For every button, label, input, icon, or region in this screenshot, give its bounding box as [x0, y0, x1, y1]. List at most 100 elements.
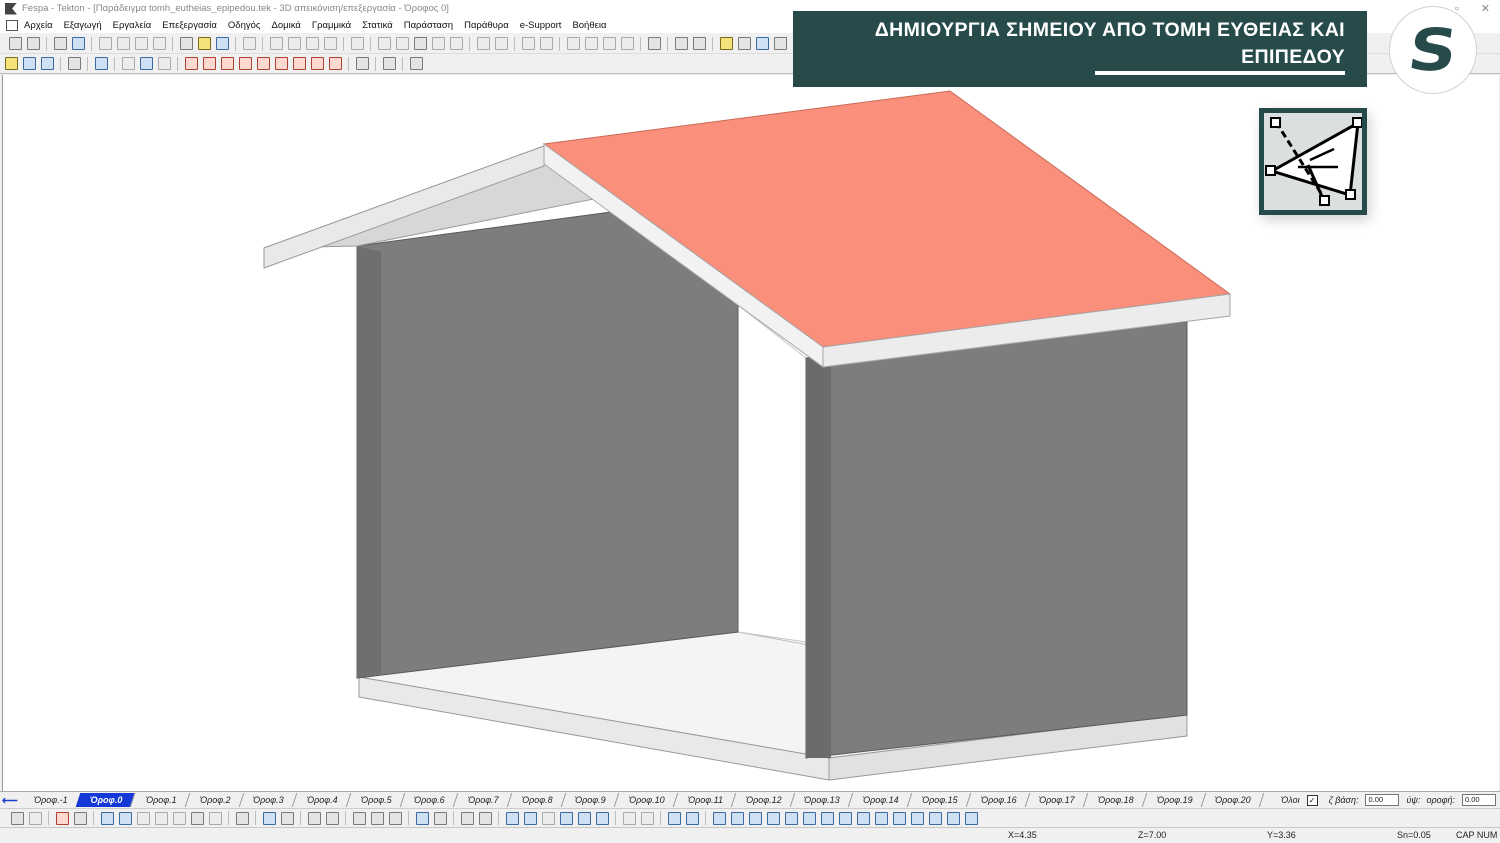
toolbar-button[interactable]: [53, 37, 67, 50]
toolbar-button[interactable]: [784, 811, 798, 825]
toolbar-button[interactable]: [98, 37, 112, 50]
toolbar-button[interactable]: [719, 37, 733, 50]
toolbar-button[interactable]: [71, 37, 85, 50]
new-file-icon[interactable]: [179, 37, 193, 50]
floor-tab[interactable]: Όροφ.10: [614, 793, 679, 807]
toolbar-button[interactable]: [584, 37, 598, 50]
toolbar-button[interactable]: [310, 57, 324, 70]
floor-tab[interactable]: Όροφ.20: [1201, 793, 1265, 807]
toolbar-button[interactable]: [184, 57, 198, 70]
toolbar-button[interactable]: [116, 37, 130, 50]
toolbar-button[interactable]: [755, 37, 769, 50]
toolbar-button[interactable]: [748, 811, 762, 825]
toolbar-button[interactable]: [382, 57, 396, 70]
toolbar-button[interactable]: [874, 811, 888, 825]
roof-input[interactable]: 0.00: [1462, 794, 1496, 806]
toolbar-button[interactable]: [94, 57, 108, 70]
floor-tab[interactable]: Όροφ.2: [185, 793, 244, 807]
toolbar-button[interactable]: [946, 811, 960, 825]
toolbar-button[interactable]: [773, 37, 787, 50]
toolbar-button[interactable]: [766, 811, 780, 825]
toolbar-button[interactable]: [494, 37, 508, 50]
toolbar-button[interactable]: [602, 37, 616, 50]
floor-tab[interactable]: Όροφ.4: [292, 793, 351, 807]
toolbar-button[interactable]: [964, 811, 978, 825]
floor-tab[interactable]: Όροφ.19: [1142, 793, 1206, 807]
toolbar-button[interactable]: [157, 57, 171, 70]
toolbar-button[interactable]: [622, 811, 636, 825]
floor-tab[interactable]: Όροφ.14: [848, 793, 913, 807]
zoom-out-icon[interactable]: [118, 811, 132, 825]
floor-tab[interactable]: Όροφ.0: [76, 793, 137, 807]
toolbar-button[interactable]: [134, 37, 148, 50]
document-icon[interactable]: [6, 19, 18, 31]
toolbar-button[interactable]: [620, 37, 634, 50]
toolbar-button[interactable]: [269, 37, 283, 50]
toolbar-button[interactable]: [577, 811, 591, 825]
toolbar-button[interactable]: [820, 811, 834, 825]
toolbar-button[interactable]: [892, 811, 906, 825]
toolbar-button[interactable]: [274, 57, 288, 70]
save-icon[interactable]: [215, 37, 229, 50]
menu-structural[interactable]: Δομικά: [272, 20, 301, 31]
toolbar-button[interactable]: [377, 37, 391, 50]
toolbar-button[interactable]: [541, 811, 555, 825]
toolbar-button[interactable]: [325, 811, 339, 825]
toolbar-button[interactable]: [152, 37, 166, 50]
toolbar-button[interactable]: [26, 37, 40, 50]
text-icon[interactable]: [521, 37, 535, 50]
toolbar-button[interactable]: [640, 811, 654, 825]
open-folder-icon[interactable]: [197, 37, 211, 50]
floor-tab[interactable]: Όροφ.13: [790, 793, 854, 807]
toolbar-button[interactable]: [190, 811, 204, 825]
base-input[interactable]: 0.00: [1365, 794, 1400, 806]
toolbar-button[interactable]: [4, 57, 18, 70]
floor-tab[interactable]: Όροφ.8: [507, 793, 566, 807]
toolbar-button[interactable]: [22, 57, 36, 70]
all-floors-checkbox[interactable]: ✓: [1306, 794, 1318, 806]
toolbar-button[interactable]: [595, 811, 609, 825]
floor-tab[interactable]: Όροφ.15: [907, 793, 971, 807]
toolbar-button[interactable]: [395, 37, 409, 50]
toolbar-button[interactable]: [431, 37, 445, 50]
toolbar-button[interactable]: [838, 811, 852, 825]
floor-tab[interactable]: Όροφ.18: [1083, 793, 1147, 807]
toolbar-button[interactable]: [352, 811, 366, 825]
toolbar-button[interactable]: [323, 37, 337, 50]
menu-help[interactable]: Βοήθεια: [572, 20, 606, 31]
toolbar-button[interactable]: [802, 811, 816, 825]
toolbar-button[interactable]: [154, 811, 168, 825]
toolbar-button[interactable]: [238, 57, 252, 70]
toolbar-button[interactable]: [121, 57, 135, 70]
toolbar-button[interactable]: [566, 37, 580, 50]
toolbar-button[interactable]: [667, 811, 681, 825]
toolbar-button[interactable]: [692, 37, 706, 50]
toolbar-button[interactable]: [674, 37, 688, 50]
toolbar-button[interactable]: [712, 811, 726, 825]
toolbar-button[interactable]: [856, 811, 870, 825]
menu-guide[interactable]: Οδηγός: [228, 20, 261, 31]
menu-static[interactable]: Στατικά: [362, 20, 393, 31]
menu-files[interactable]: Αρχεία: [24, 20, 53, 31]
toolbar-button[interactable]: [220, 57, 234, 70]
toolbar-button[interactable]: [235, 811, 249, 825]
floor-tab[interactable]: Όροφ.7: [453, 793, 512, 807]
menu-edit[interactable]: Επεξεργασία: [162, 20, 217, 31]
redo-icon[interactable]: [28, 811, 42, 825]
floor-tab[interactable]: Όροφ.3: [238, 793, 298, 807]
toolbar-button[interactable]: [449, 37, 463, 50]
close-button[interactable]: ✕: [1481, 2, 1490, 15]
toolbar-button[interactable]: [280, 811, 294, 825]
floor-tab[interactable]: Όροφ.16: [966, 793, 1030, 807]
toolbar-button[interactable]: [67, 57, 81, 70]
toolbar-button[interactable]: [292, 57, 306, 70]
toolbar-button[interactable]: [460, 811, 474, 825]
zoom-in-icon[interactable]: [100, 811, 114, 825]
toolbar-button[interactable]: [328, 57, 342, 70]
toolbar-button[interactable]: [242, 37, 256, 50]
floor-tab[interactable]: Όροφ.11: [673, 793, 737, 807]
toolbar-button[interactable]: [910, 811, 924, 825]
toolbar-button[interactable]: [256, 57, 270, 70]
toolbar-button[interactable]: [208, 811, 222, 825]
toolbar-button[interactable]: [928, 811, 942, 825]
